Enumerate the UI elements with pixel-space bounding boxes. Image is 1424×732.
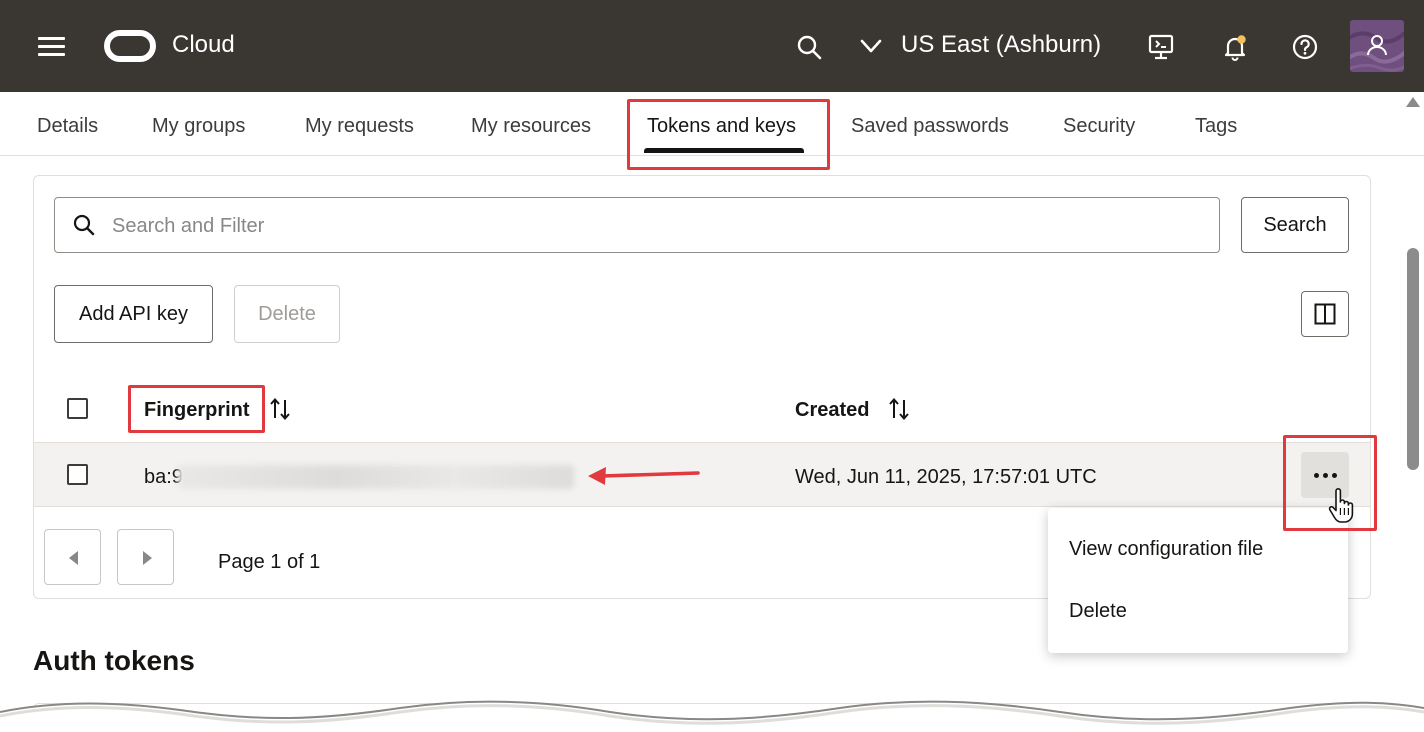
tab-security[interactable]: Security [1063,115,1135,138]
search-input[interactable] [112,212,1202,240]
delete-button[interactable]: Delete [234,285,340,343]
page-indicator: Page 1 of 1 [218,551,321,573]
chevron-left-icon [69,551,78,565]
tab-my-requests[interactable]: My requests [305,115,414,138]
redacted-fingerprint [178,465,574,489]
menu-item-view-configuration-file[interactable]: View configuration file [1069,538,1263,561]
bell-icon[interactable] [1221,33,1249,61]
cloud-shell-icon[interactable] [1147,33,1175,61]
hand-cursor-icon [1328,488,1354,523]
menu-icon[interactable] [38,37,65,57]
sort-icon[interactable] [269,397,291,421]
select-all-checkbox[interactable] [67,398,88,419]
top-bar: Cloud US East (Ashburn) [0,0,1424,92]
chevron-right-icon [143,551,152,565]
menu-item-delete[interactable]: Delete [1069,600,1127,623]
highlight-box-fingerprint [128,385,265,433]
tab-my-resources[interactable]: My resources [471,115,591,138]
add-api-key-button[interactable]: Add API key [54,285,213,343]
row-checkbox[interactable] [67,464,88,485]
scrollbar-thumb[interactable] [1407,248,1419,470]
tab-my-groups[interactable]: My groups [152,115,245,138]
brand-name[interactable]: Cloud [172,31,235,59]
auth-tokens-heading: Auth tokens [33,645,195,676]
column-header-created[interactable]: Created [795,399,869,422]
columns-icon [1314,303,1336,325]
tab-tags[interactable]: Tags [1195,115,1237,138]
tab-details[interactable]: Details [37,115,98,138]
search-icon [73,214,95,236]
previous-page-button[interactable] [44,529,101,585]
highlight-box-tab [627,99,830,170]
next-page-button[interactable] [117,529,174,585]
avatar[interactable] [1350,20,1404,72]
oracle-logo[interactable] [104,30,156,62]
tab-saved-passwords[interactable]: Saved passwords [851,115,1009,138]
region-selector[interactable]: US East (Ashburn) [901,31,1101,59]
created-value: Wed, Jun 11, 2025, 17:57:01 UTC [795,466,1097,488]
torn-edge-divider [0,700,1424,732]
help-icon[interactable] [1291,33,1319,61]
column-settings-button[interactable] [1301,291,1349,337]
scroll-up-arrow-icon[interactable] [1406,97,1420,107]
search-button[interactable]: Search [1241,197,1349,253]
sort-icon[interactable] [888,397,910,421]
search-icon[interactable] [796,34,822,60]
annotation-arrow-icon [588,467,700,485]
chevron-down-icon[interactable] [860,38,882,54]
